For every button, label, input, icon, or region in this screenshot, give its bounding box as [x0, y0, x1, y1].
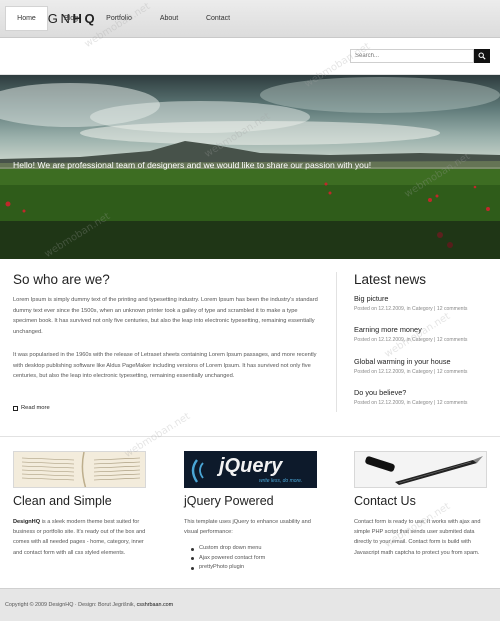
read-more-link[interactable]: Read more: [13, 405, 50, 411]
nav-item-blog[interactable]: Blog: [54, 8, 88, 30]
search-input[interactable]: [350, 49, 474, 63]
feature-text-clean: DesignHQ is a sleek modern theme best su…: [13, 517, 148, 558]
nav-item-home[interactable]: Home: [5, 6, 48, 31]
book-pages-thumbnail: [13, 451, 146, 488]
footer-credit-link[interactable]: csshrbaan.com: [137, 602, 174, 608]
news-item-title[interactable]: Big picture: [354, 294, 388, 303]
search-button[interactable]: [474, 49, 490, 63]
news-item-title[interactable]: Earning more money: [354, 325, 422, 334]
jquery-logo-text: jQuery: [219, 455, 283, 477]
news-item-meta: Posted on 12.12.2009, in Category | 12 c…: [354, 400, 468, 406]
feature-title-contact: Contact Us: [354, 494, 416, 508]
pen-image: [355, 452, 486, 487]
site-footer: Copyright © 2009 DesignHQ · Design: Boru…: [0, 588, 500, 621]
feature-text-contact: Contact form is ready to use. It works w…: [354, 519, 481, 556]
nav-item-about[interactable]: About: [150, 8, 188, 30]
pen-thumbnail: [354, 451, 487, 488]
news-item-title[interactable]: Do you believe?: [354, 388, 406, 397]
book-pages-image: [14, 452, 145, 487]
about-paragraph-2: It was popularised in the 1960s with the…: [13, 352, 317, 379]
feature-title-jquery: jQuery Powered: [184, 494, 274, 508]
feature-text-jquery: This template uses jQuery to enhance usa…: [184, 519, 311, 536]
jquery-feature-list: Custom drop down menu Ajax powered conta…: [190, 544, 265, 573]
jquery-logo-thumbnail: jQuery write less, do more.: [184, 451, 317, 488]
news-item-meta: Posted on 12.12.2009, in Category | 12 c…: [354, 306, 468, 312]
list-item: Custom drop down menu: [190, 544, 265, 554]
nav-item-contact[interactable]: Contact: [196, 8, 240, 30]
news-item-meta: Posted on 12.12.2009, in Category | 12 c…: [354, 337, 468, 343]
list-item: Ajax powered contact form: [190, 554, 265, 564]
feature-title-clean: Clean and Simple: [13, 494, 112, 508]
feature-lead-brand: DesignHQ: [13, 519, 41, 525]
watermark-text: webmoban.net: [382, 310, 453, 361]
hero-caption-overlay: [0, 221, 500, 259]
footer-copyright-text: Copyright © 2009 DesignHQ · Design: Boru…: [5, 602, 137, 608]
footer-copyright: Copyright © 2009 DesignHQ · Design: Boru…: [5, 602, 173, 608]
jquery-logo-tagline: write less, do more.: [259, 478, 303, 484]
news-item-title[interactable]: Global warming in your house: [354, 357, 451, 366]
magnifier-icon: [478, 52, 486, 60]
nav-item-portfolio[interactable]: Portfolio: [96, 8, 142, 30]
news-title: Latest news: [354, 272, 427, 287]
about-paragraph-1: Lorem Ipsum is simply dummy text of the …: [13, 297, 318, 335]
list-item: prettyPhoto plugin: [190, 563, 265, 573]
news-item-meta: Posted on 12.12.2009, in Category | 12 c…: [354, 369, 468, 375]
about-title: So who are we?: [13, 272, 110, 287]
hero-caption: Hello! We are professional team of desig…: [13, 160, 372, 170]
arrow-box-icon: [13, 405, 18, 411]
section-divider: [0, 436, 500, 437]
column-divider: [336, 272, 337, 412]
read-more-label: Read more: [21, 405, 50, 411]
